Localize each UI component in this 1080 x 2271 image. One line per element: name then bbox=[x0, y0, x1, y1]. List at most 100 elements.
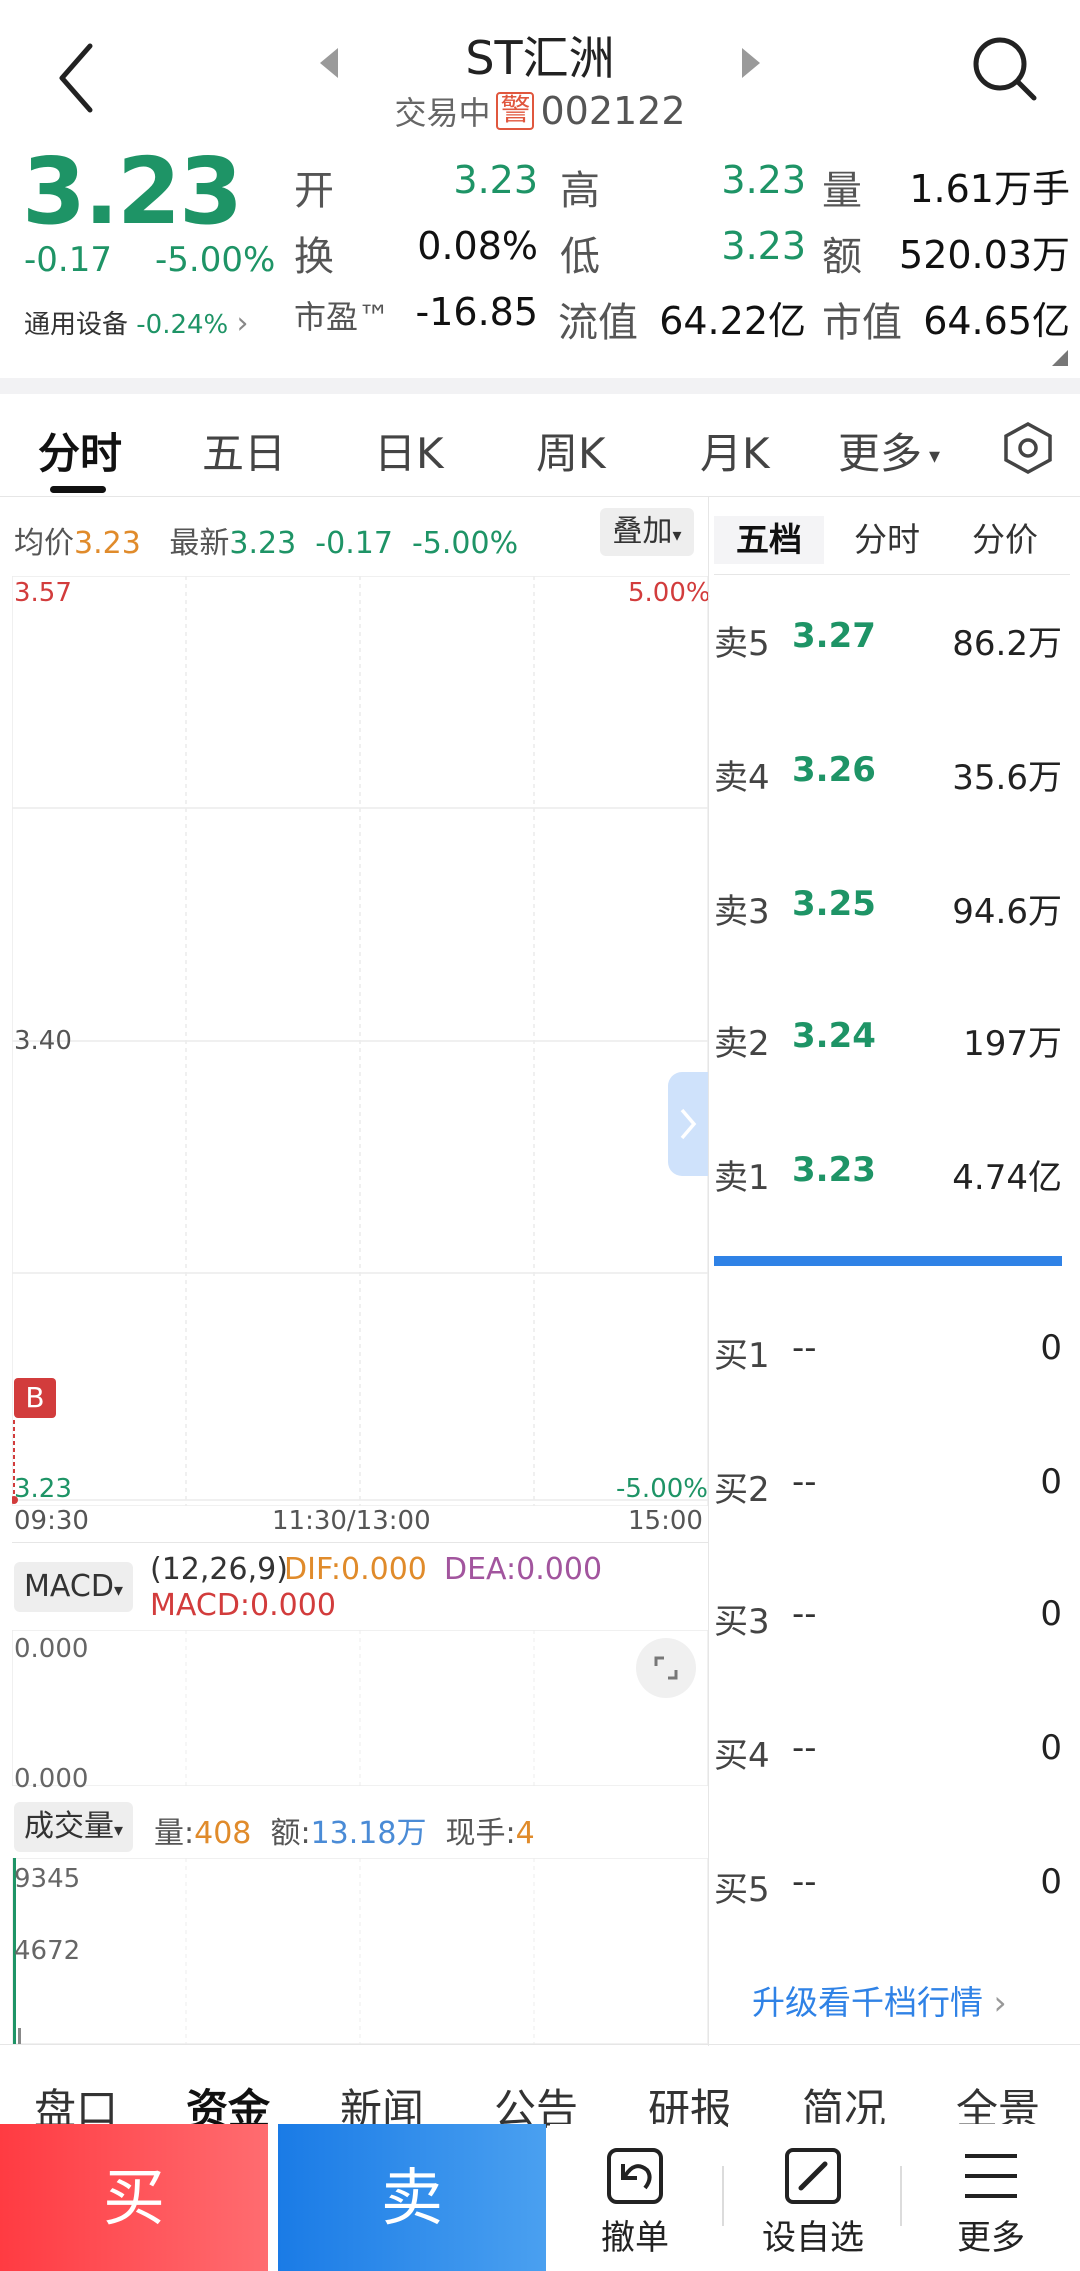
latest-change: -0.17 bbox=[315, 526, 393, 561]
turnover-label: 换 bbox=[294, 234, 334, 280]
ask-volume: 197万 bbox=[963, 1024, 1062, 1064]
chevron-right-icon bbox=[680, 1108, 697, 1140]
ask-label: 卖5 bbox=[714, 624, 770, 664]
x-tick-close: 15:00 bbox=[628, 1506, 703, 1536]
active-tab-indicator bbox=[50, 486, 106, 493]
volume-tick-mid: 4672 bbox=[14, 1936, 81, 1966]
overlay-button[interactable]: 叠加▾ bbox=[600, 508, 694, 556]
bid-ask-divider bbox=[714, 1256, 1062, 1266]
y-tick-bottom: 3.23 bbox=[14, 1474, 72, 1504]
settings-hexagon-icon[interactable] bbox=[1000, 420, 1056, 476]
warning-badge: 警 bbox=[496, 92, 535, 130]
macd-chart bbox=[12, 1630, 708, 1786]
macd-tick-bottom: 0.000 bbox=[14, 1764, 89, 1794]
stock-title: ST汇洲 bbox=[465, 31, 615, 85]
bid-volume: 0 bbox=[1040, 1862, 1062, 1902]
current-price: 3.23 bbox=[22, 138, 243, 245]
turnover-value: 0.08% bbox=[417, 224, 538, 268]
bid-row: 买3 -- 0 bbox=[714, 1594, 1062, 1654]
tab-more[interactable]: 更多 ▾ bbox=[838, 420, 940, 481]
bid-price: -- bbox=[792, 1594, 817, 1634]
ask-label: 卖1 bbox=[714, 1158, 770, 1198]
pe-value: -16.85 bbox=[415, 290, 539, 334]
orderbook-tab-five[interactable]: 五档 bbox=[714, 516, 824, 564]
bid-price: -- bbox=[792, 1328, 817, 1368]
buy-button[interactable]: 买 bbox=[0, 2124, 268, 2271]
stock-code: 002122 bbox=[540, 89, 686, 133]
sector-link[interactable]: 通用设备 -0.24% › bbox=[24, 304, 249, 341]
bid-row: 买2 -- 0 bbox=[714, 1462, 1062, 1522]
intraday-chart[interactable] bbox=[12, 576, 708, 1506]
high-label: 高 bbox=[560, 168, 600, 214]
search-icon[interactable] bbox=[970, 34, 1040, 104]
action-divider bbox=[722, 2166, 724, 2226]
ask-row: 卖1 3.23 4.74亿 bbox=[714, 1150, 1062, 1210]
bid-label: 买3 bbox=[714, 1602, 770, 1642]
cancel-order-button[interactable]: 撤单 bbox=[550, 2124, 720, 2271]
expand-orderbook-tab[interactable] bbox=[668, 1072, 708, 1176]
ask-row: 卖2 3.24 197万 bbox=[714, 1016, 1062, 1076]
volume-label: 量 bbox=[822, 168, 862, 214]
buy-point-marker[interactable]: B bbox=[14, 1378, 56, 1418]
tab-five-day[interactable]: 五日 bbox=[202, 420, 286, 481]
next-stock-icon[interactable] bbox=[742, 48, 760, 78]
hand-value: 4 bbox=[515, 1816, 535, 1851]
tab-daily-k[interactable]: 日K bbox=[374, 420, 444, 481]
hand-label: 现手: bbox=[445, 1816, 516, 1851]
macd-dif: DIF:0.000 bbox=[284, 1552, 427, 1587]
volume-stats: 量:408 额:13.18万 现手:4 bbox=[154, 1808, 535, 1852]
tab-monthly-k[interactable]: 月K bbox=[700, 420, 770, 481]
vol-value: 408 bbox=[194, 1816, 252, 1851]
ask-price: 3.27 bbox=[792, 616, 876, 656]
tab-weekly-k[interactable]: 周K bbox=[536, 420, 606, 481]
ask-label: 卖2 bbox=[714, 1024, 770, 1064]
ask-volume: 4.74亿 bbox=[952, 1158, 1062, 1198]
y-tick-mid: 3.40 bbox=[14, 1026, 72, 1056]
add-watchlist-button[interactable]: 设自选 bbox=[728, 2124, 898, 2271]
more-actions-button[interactable]: 更多 bbox=[906, 2124, 1076, 2271]
upgrade-depth-link[interactable]: 升级看千档行情 › bbox=[752, 1976, 1007, 2024]
avg-value: 3.23 bbox=[74, 526, 141, 561]
float-cap-value: 64.22亿 bbox=[659, 299, 806, 343]
orderbook-tab-timesales[interactable]: 分时 bbox=[832, 516, 942, 564]
volume-tick-top: 9345 bbox=[14, 1864, 81, 1894]
ask-row: 卖5 3.27 86.2万 bbox=[714, 616, 1062, 676]
bid-volume: 0 bbox=[1040, 1462, 1062, 1502]
edit-icon bbox=[785, 2148, 841, 2204]
orderbook-tab-price[interactable]: 分价 bbox=[950, 516, 1060, 564]
caret-down-icon: ▾ bbox=[672, 525, 682, 546]
tab-intraday[interactable]: 分时 bbox=[38, 420, 122, 481]
macd-params: (12,26,9) bbox=[150, 1552, 288, 1587]
macd-dea: DEA:0.000 bbox=[444, 1552, 603, 1587]
orderbook-tabs-divider bbox=[714, 574, 1070, 575]
ask-label: 卖3 bbox=[714, 892, 770, 932]
bid-volume: 0 bbox=[1040, 1328, 1062, 1368]
latest-pct: -5.00% bbox=[411, 526, 519, 561]
bid-volume: 0 bbox=[1040, 1728, 1062, 1768]
latest-value: 3.23 bbox=[229, 526, 297, 561]
bid-row: 买4 -- 0 bbox=[714, 1728, 1062, 1788]
bid-price: -- bbox=[792, 1862, 817, 1902]
sell-button[interactable]: 卖 bbox=[278, 2124, 546, 2271]
section-separator bbox=[0, 378, 1080, 394]
open-label: 开 bbox=[294, 168, 334, 214]
vol-label: 量: bbox=[154, 1816, 195, 1851]
macd-top-divider bbox=[12, 1542, 708, 1543]
ask-price: 3.23 bbox=[792, 1150, 876, 1190]
fullscreen-button[interactable] bbox=[636, 1638, 696, 1698]
bid-volume: 0 bbox=[1040, 1594, 1062, 1634]
ask-price: 3.25 bbox=[792, 884, 876, 924]
ask-volume: 86.2万 bbox=[952, 624, 1062, 664]
expand-corner-icon[interactable] bbox=[1052, 350, 1068, 366]
macd-selector[interactable]: MACD▾ bbox=[14, 1562, 133, 1612]
cancel-order-label: 撤单 bbox=[601, 2218, 669, 2258]
chart-grid bbox=[12, 576, 708, 1506]
sector-change: -0.24% bbox=[136, 310, 229, 340]
amt-value: 13.18万 bbox=[310, 1816, 427, 1851]
price-change: -0.17 bbox=[24, 240, 112, 280]
bid-row: 买1 -- 0 bbox=[714, 1328, 1062, 1388]
caret-down-icon: ▾ bbox=[114, 1820, 124, 1841]
volume-value: 1.61万手 bbox=[909, 167, 1070, 211]
volume-selector[interactable]: 成交量▾ bbox=[14, 1802, 134, 1852]
ask-volume: 94.6万 bbox=[952, 892, 1062, 932]
